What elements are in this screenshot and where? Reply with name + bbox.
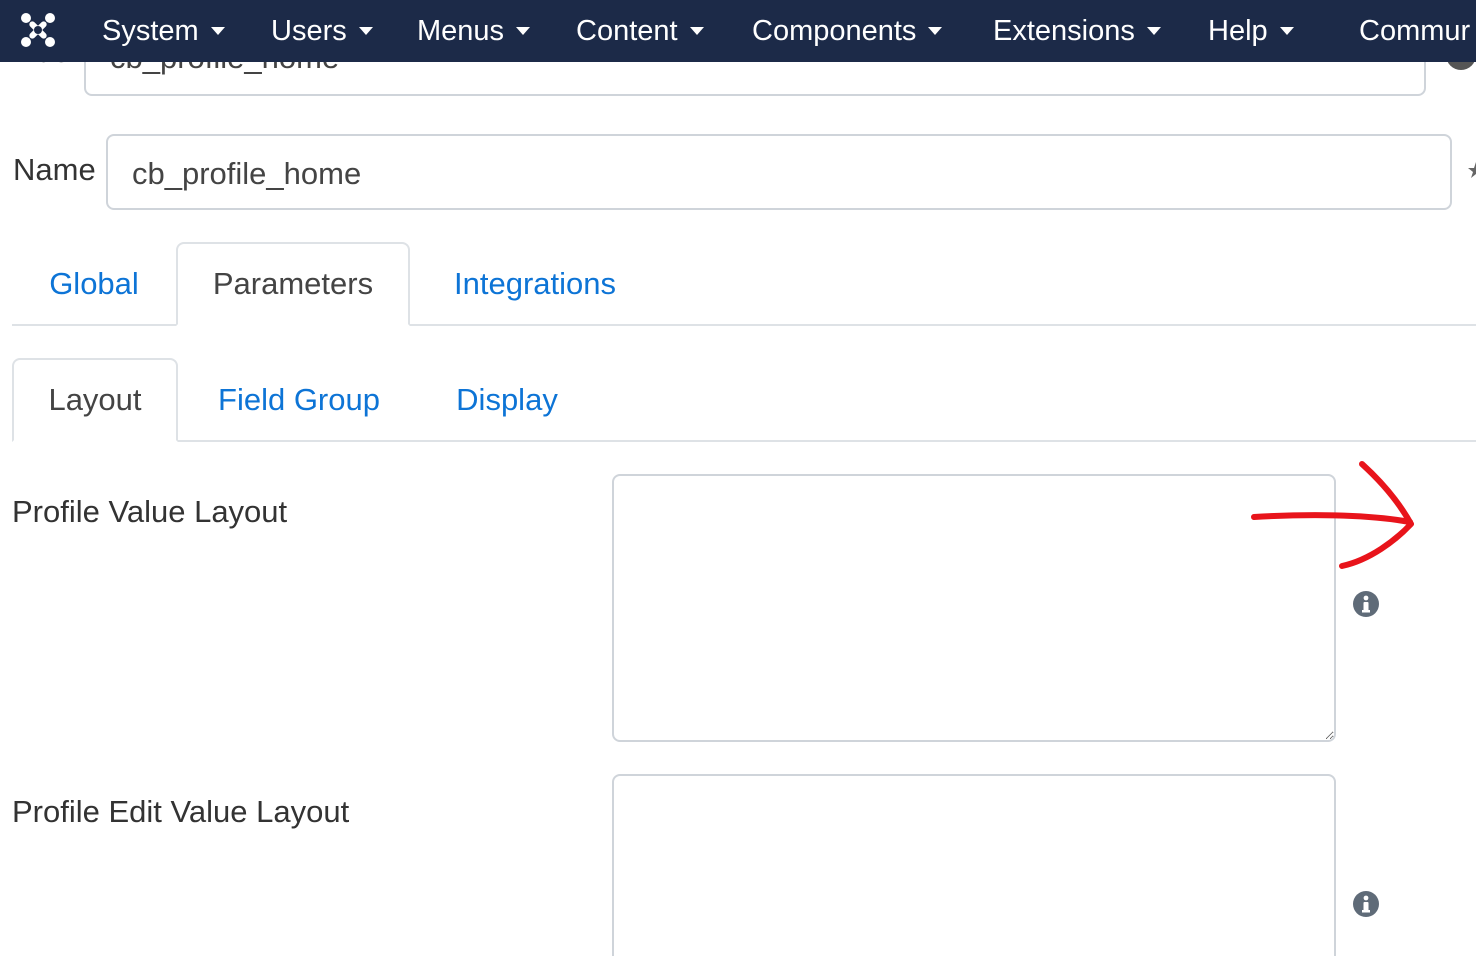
caret-down-icon	[516, 27, 531, 35]
nav-menu-community[interactable]: Commur	[1359, 12, 1470, 50]
required-star-icon	[1468, 162, 1476, 178]
red-arrow-annotation-icon	[1251, 461, 1414, 569]
main-tabs: Global Parameters Integrations	[12, 242, 1476, 326]
info-circle-icon[interactable]	[1352, 590, 1380, 618]
nav-menu-extensions[interactable]: Extensions	[993, 12, 1161, 50]
nav-menu-help[interactable]: Help	[1208, 12, 1294, 50]
profile-value-layout-textarea[interactable]	[612, 474, 1336, 742]
caret-down-icon	[928, 27, 943, 35]
name-input[interactable]: cb_profile_home	[106, 134, 1452, 210]
nav-menu-label: System	[102, 14, 199, 47]
nav-menu-system[interactable]: System	[102, 12, 225, 50]
nav-menu-label: Extensions	[993, 14, 1135, 47]
tab-display[interactable]: Display	[420, 358, 594, 442]
nav-menu-label: Content	[576, 14, 678, 47]
nav-menu-label: Help	[1208, 14, 1268, 47]
profile-edit-value-layout-textarea[interactable]	[612, 774, 1336, 956]
caret-down-icon	[689, 27, 704, 35]
name-label: Name	[13, 152, 96, 187]
page: Title cb_profile_home System Users Menus	[0, 0, 1476, 956]
nav-menu-components[interactable]: Components	[752, 12, 943, 50]
nav-menu-content[interactable]: Content	[576, 12, 704, 50]
nav-menu-menus[interactable]: Menus	[417, 12, 531, 50]
tab-parameters[interactable]: Parameters	[176, 242, 410, 326]
nav-menu-label: Commur	[1359, 14, 1471, 47]
tab-global[interactable]: Global	[12, 242, 176, 326]
profile-value-layout-label: Profile Value Layout	[12, 494, 288, 529]
tab-field-group[interactable]: Field Group	[178, 358, 420, 442]
nav-menu-users[interactable]: Users	[271, 12, 373, 50]
top-navbar: System Users Menus Content Components Ex…	[0, 0, 1476, 62]
caret-down-icon	[210, 27, 225, 35]
caret-down-icon	[1279, 27, 1294, 35]
caret-down-icon	[358, 27, 373, 35]
joomla-logo-icon[interactable]	[18, 10, 58, 50]
caret-down-icon	[1146, 27, 1161, 35]
info-circle-icon[interactable]	[1352, 890, 1380, 918]
profile-edit-value-layout-label: Profile Edit Value Layout	[12, 794, 350, 829]
nav-menu-label: Components	[752, 14, 917, 47]
nav-menu-label: Menus	[417, 14, 505, 47]
tab-integrations[interactable]: Integrations	[410, 242, 660, 326]
tab-layout[interactable]: Layout	[12, 358, 178, 442]
sub-tabs: Layout Field Group Display	[12, 358, 1476, 442]
nav-menu-label: Users	[271, 14, 347, 47]
